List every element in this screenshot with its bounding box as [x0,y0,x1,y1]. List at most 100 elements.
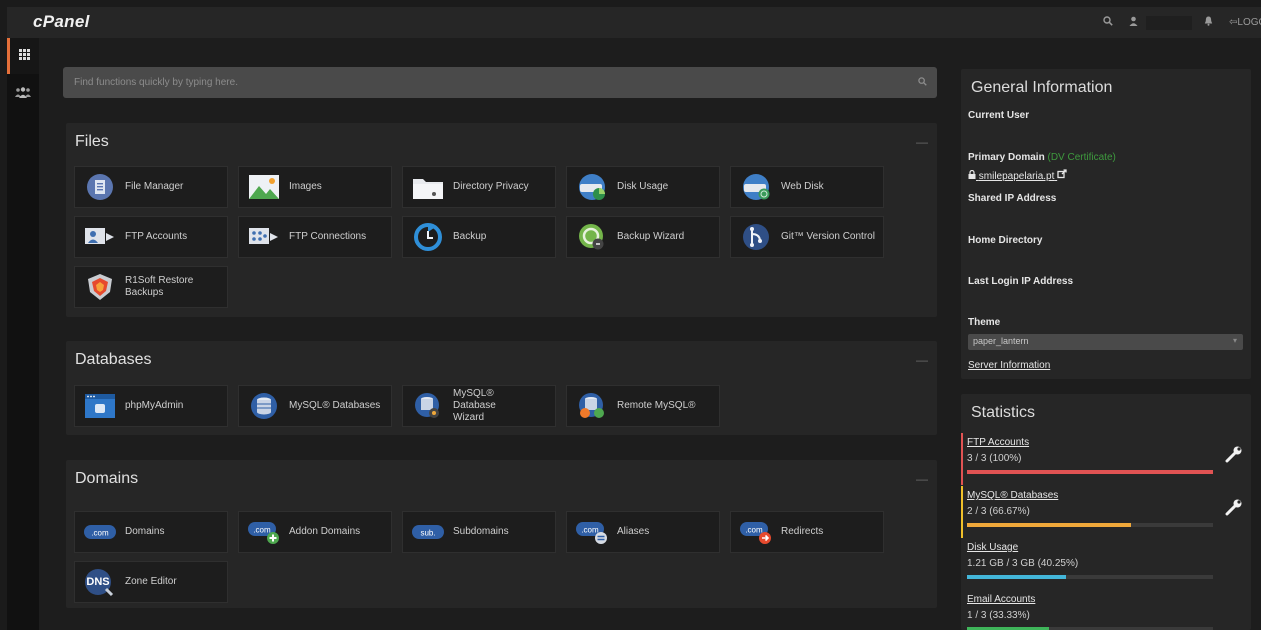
remote-mysql-icon [575,392,609,420]
ftp-connections-label: FTP Connections [289,231,367,242]
redirects-label: Redirects [781,526,824,537]
mysql-databases-button[interactable]: MySQL® Databases [238,385,392,427]
search-input[interactable] [74,77,907,88]
addon-domains-icon: .com [247,518,281,546]
databases-panel-header[interactable]: Databases — [66,341,937,379]
wrench-icon[interactable] [1225,445,1243,468]
mysql-databases-icon [247,392,281,420]
stat-accent [961,433,963,485]
ftp-connections-button[interactable]: FTP Connections [238,216,392,258]
lock-icon [968,169,979,182]
stat-value: 3 / 3 (100%) [967,453,1022,464]
addon-domains-button[interactable]: .com Addon Domains [238,511,392,553]
users-icon [15,87,31,101]
stat-mysql-databases: MySQL® Databases 2 / 3 (66.67%) [961,486,1251,538]
ftp-accounts-label: FTP Accounts [125,231,188,242]
web-disk-label: Web Disk [781,181,824,192]
top-bar: cPanel ⇦LOGOUT [7,7,1261,38]
stat-label[interactable]: FTP Accounts [967,437,1029,448]
remote-mysql-button[interactable]: Remote MySQL® [566,385,720,427]
disk-usage-button[interactable]: Disk Usage [566,166,720,208]
file-manager-label: File Manager [125,181,184,192]
subdomains-icon: sub. [411,518,445,546]
databases-panel: Databases — phpMyAdmin MySQL® Databases … [66,341,937,435]
rail-item-users[interactable] [7,76,39,112]
aliases-button[interactable]: .com Aliases [566,511,720,553]
cpanel-window: cPanel ⇦LOGOUT [7,7,1261,630]
wrench-icon[interactable] [1225,498,1243,521]
stat-label[interactable]: Email Accounts [967,594,1035,605]
left-rail [7,38,39,630]
rail-item-home[interactable] [7,38,39,74]
aliases-label: Aliases [617,526,650,537]
backup-wizard-button[interactable]: Backup Wizard [566,216,720,258]
current-user-label: Current User [968,110,1030,121]
mysql-databases-label: MySQL® Databases [289,400,381,411]
domains-button[interactable]: .com Domains [74,511,228,553]
images-button[interactable]: Images [238,166,392,208]
top-bar-actions: ⇦LOGOUT [1095,7,1261,38]
stat-ftp-accounts: FTP Accounts 3 / 3 (100%) [961,433,1251,485]
file-manager-icon [83,173,117,201]
stat-progress-track [967,523,1213,527]
files-panel-header[interactable]: Files — [66,123,937,161]
collapse-icon[interactable]: — [916,472,928,486]
web-disk-button[interactable]: Web Disk [730,166,884,208]
theme-select[interactable]: paper_lantern ▾ [968,334,1243,350]
username-field[interactable] [1146,15,1192,30]
collapse-icon[interactable]: — [916,135,928,149]
subdomains-button[interactable]: sub. Subdomains [402,511,556,553]
stat-progress-fill [967,575,1066,579]
zone-editor-label: Zone Editor [125,576,177,587]
domains-panel-header[interactable]: Domains — [66,460,937,498]
subdomains-badge: sub. [420,529,435,538]
git-version-control-label: Git™ Version Control [781,231,875,242]
user-icon[interactable] [1121,16,1146,29]
backup-label: Backup [453,231,487,242]
disk-usage-label: Disk Usage [617,181,669,192]
primary-domain-link[interactable]: smilepapelaria.pt [968,169,1067,182]
backup-button[interactable]: Backup [402,216,556,258]
backup-wizard-label: Backup Wizard [617,231,685,242]
search-icon[interactable] [1095,16,1121,29]
stat-label[interactable]: MySQL® Databases [967,490,1058,501]
file-manager-button[interactable]: File Manager [74,166,228,208]
search-icon[interactable] [907,76,937,89]
git-version-control-button[interactable]: Git™ Version Control [730,216,884,258]
bell-icon[interactable] [1196,16,1221,29]
mysql-wizard-icon [411,392,445,420]
collapse-icon[interactable]: — [916,353,928,367]
folder-icon [411,173,445,201]
primary-domain-value: smilepapelaria.pt [978,171,1055,182]
ftp-accounts-button[interactable]: FTP Accounts [74,216,228,258]
redirects-button[interactable]: .com Redirects [730,511,884,553]
server-information-link[interactable]: Server Information [968,360,1050,371]
domains-panel-title: Domains [75,470,139,487]
stat-value: 2 / 3 (66.67%) [967,506,1030,517]
redirects-icon: .com [739,518,773,546]
backup-wizard-icon [575,223,609,251]
dv-certificate-link[interactable]: (DV Certificate) [1047,152,1115,163]
phpmyadmin-button[interactable]: phpMyAdmin [74,385,228,427]
directory-privacy-button[interactable]: Directory Privacy [402,166,556,208]
stat-progress-track [967,575,1213,579]
cpanel-logo[interactable]: cPanel [33,12,90,32]
chevron-down-icon: ▾ [1232,336,1237,345]
directory-privacy-label: Directory Privacy [453,181,529,192]
general-information-panel: General Information Current User Primary… [961,69,1251,379]
grid-icon [19,49,30,63]
theme-label: Theme [968,317,1001,328]
r1soft-restore-button[interactable]: R1Soft Restore Backups [74,266,228,308]
mysql-database-wizard-button[interactable]: MySQL® Database Wizard [402,385,556,427]
stat-disk-usage: Disk Usage 1.21 GB / 3 GB (40.25%) [961,538,1251,590]
zone-editor-button[interactable]: DNS Zone Editor [74,561,228,603]
stat-label[interactable]: Disk Usage [967,542,1018,553]
logout-button[interactable]: ⇦LOGOUT [1221,17,1261,28]
remote-mysql-label: Remote MySQL® [617,400,696,411]
primary-domain-label: Primary Domain (DV Certificate) [968,152,1116,163]
stat-email-accounts: Email Accounts 1 / 3 (33.33%) [961,590,1251,630]
domains-icon: .com [83,518,117,546]
stat-accent [961,486,963,538]
home-directory-label: Home Directory [968,235,1043,246]
aliases-badge: .com [581,526,599,535]
